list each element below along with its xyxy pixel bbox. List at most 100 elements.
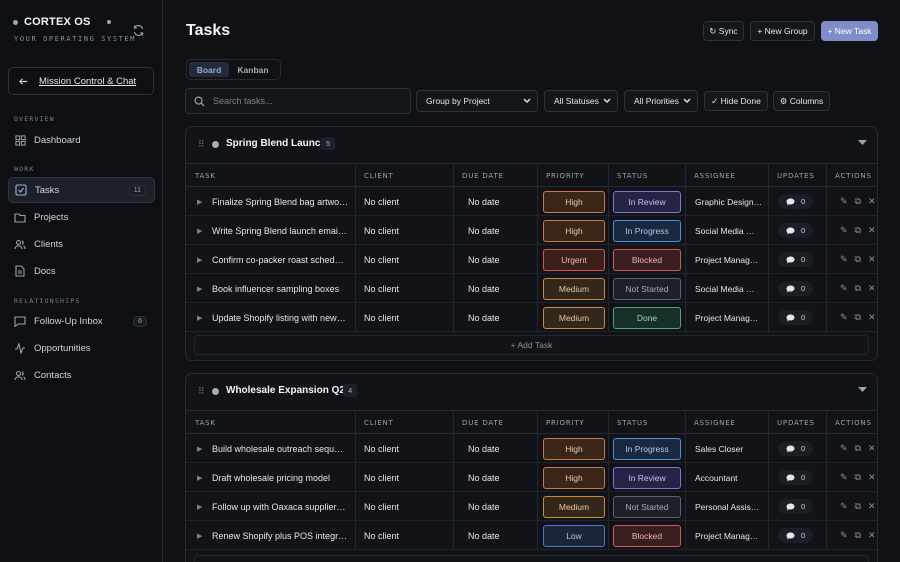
- duplicate-icon[interactable]: ⧉: [855, 225, 861, 236]
- new-group-button[interactable]: + New Group: [750, 21, 815, 41]
- expand-arrow-icon[interactable]: ▶: [197, 303, 209, 332]
- priority-badge[interactable]: Medium: [543, 495, 605, 518]
- task-title[interactable]: Update Shopify listing with new…: [212, 303, 350, 332]
- task-title[interactable]: Follow up with Oaxaca supplier…: [212, 492, 350, 521]
- delete-icon[interactable]: ✕: [868, 283, 876, 294]
- task-due-date[interactable]: No date: [468, 274, 533, 303]
- task-client[interactable]: No client: [364, 521, 449, 550]
- task-title[interactable]: Renew Shopify plus POS integr…: [212, 521, 350, 550]
- updates-button[interactable]: 0: [778, 310, 814, 325]
- updates-button[interactable]: 0: [778, 194, 814, 209]
- expand-arrow-icon[interactable]: ▶: [197, 434, 209, 463]
- delete-icon[interactable]: ✕: [868, 225, 876, 236]
- delete-icon[interactable]: ✕: [868, 254, 876, 265]
- updates-button[interactable]: 0: [778, 223, 814, 238]
- task-title[interactable]: Finalize Spring Blend bag artwo…: [212, 187, 350, 216]
- add-task-button[interactable]: + Add Task: [194, 555, 869, 562]
- tab-board[interactable]: Board: [189, 62, 229, 77]
- task-due-date[interactable]: No date: [468, 492, 533, 521]
- status-badge[interactable]: In Review: [613, 466, 681, 489]
- task-client[interactable]: No client: [364, 187, 449, 216]
- delete-icon[interactable]: ✕: [868, 443, 876, 454]
- duplicate-icon[interactable]: ⧉: [855, 530, 861, 541]
- new-task-button[interactable]: + New Task: [821, 21, 878, 41]
- task-title[interactable]: Build wholesale outreach sequ…: [212, 434, 350, 463]
- priority-badge[interactable]: Low: [543, 524, 605, 547]
- status-badge[interactable]: In Review: [613, 190, 681, 213]
- status-filter-select[interactable]: All Statuses: [544, 90, 618, 112]
- sidebar-item-contacts[interactable]: Contacts: [8, 362, 155, 388]
- priority-badge[interactable]: High: [543, 437, 605, 460]
- sidebar-item-clients[interactable]: Clients: [8, 231, 155, 257]
- status-badge[interactable]: In Progress: [613, 437, 681, 460]
- sidebar-item-follow-up-inbox[interactable]: Follow-Up Inbox 6: [8, 308, 155, 334]
- table-row[interactable]: ▶ Build wholesale outreach sequ… No clie…: [186, 434, 877, 463]
- drag-handle-icon[interactable]: ⠿: [198, 139, 205, 150]
- priority-badge[interactable]: High: [543, 466, 605, 489]
- task-assignee[interactable]: Project Manag…: [695, 245, 765, 274]
- task-client[interactable]: No client: [364, 274, 449, 303]
- expand-arrow-icon[interactable]: ▶: [197, 245, 209, 274]
- task-client[interactable]: No client: [364, 245, 449, 274]
- table-row[interactable]: ▶ Confirm co-packer roast sched… No clie…: [186, 245, 877, 274]
- priority-badge[interactable]: Medium: [543, 277, 605, 300]
- priority-filter-select[interactable]: All Priorities: [624, 90, 698, 112]
- task-title[interactable]: Draft wholesale pricing model: [212, 463, 350, 492]
- task-assignee[interactable]: Project Manag…: [695, 303, 765, 332]
- task-due-date[interactable]: No date: [468, 187, 533, 216]
- expand-arrow-icon[interactable]: ▶: [197, 274, 209, 303]
- table-row[interactable]: ▶ Finalize Spring Blend bag artwo… No cl…: [186, 187, 877, 216]
- task-assignee[interactable]: Sales Closer: [695, 434, 765, 463]
- duplicate-icon[interactable]: ⧉: [855, 254, 861, 265]
- delete-icon[interactable]: ✕: [868, 312, 876, 323]
- mission-control-button[interactable]: Mission Control & Chat: [8, 67, 154, 95]
- edit-icon[interactable]: ✎: [840, 472, 848, 483]
- table-row[interactable]: ▶ Draft wholesale pricing model No clien…: [186, 463, 877, 492]
- table-row[interactable]: ▶ Follow up with Oaxaca supplier… No cli…: [186, 492, 877, 521]
- duplicate-icon[interactable]: ⧉: [855, 472, 861, 483]
- drag-handle-icon[interactable]: ⠿: [198, 386, 205, 397]
- task-client[interactable]: No client: [364, 303, 449, 332]
- sync-button[interactable]: ↻ Sync: [703, 21, 744, 41]
- edit-icon[interactable]: ✎: [840, 196, 848, 207]
- table-row[interactable]: ▶ Update Shopify listing with new… No cl…: [186, 303, 877, 332]
- delete-icon[interactable]: ✕: [868, 472, 876, 483]
- task-assignee[interactable]: Personal Assis…: [695, 492, 765, 521]
- sidebar-item-projects[interactable]: Projects: [8, 204, 155, 230]
- updates-button[interactable]: 0: [778, 252, 814, 267]
- updates-button[interactable]: 0: [778, 441, 814, 456]
- duplicate-icon[interactable]: ⧉: [855, 443, 861, 454]
- task-due-date[interactable]: No date: [468, 434, 533, 463]
- task-due-date[interactable]: No date: [468, 216, 533, 245]
- table-row[interactable]: ▶ Book influencer sampling boxes No clie…: [186, 274, 877, 303]
- updates-button[interactable]: 0: [778, 499, 814, 514]
- edit-icon[interactable]: ✎: [840, 501, 848, 512]
- edit-icon[interactable]: ✎: [840, 443, 848, 454]
- add-task-button[interactable]: + Add Task: [194, 335, 869, 355]
- group-header[interactable]: ⠿ Spring Blend Launch 5: [186, 127, 877, 163]
- sidebar-item-opportunities[interactable]: Opportunities: [8, 335, 155, 361]
- task-client[interactable]: No client: [364, 492, 449, 521]
- columns-button[interactable]: ⚙ Columns: [773, 91, 830, 111]
- task-title[interactable]: Confirm co-packer roast sched…: [212, 245, 350, 274]
- expand-arrow-icon[interactable]: ▶: [197, 463, 209, 492]
- group-header[interactable]: ⠿ Wholesale Expansion Q2 4: [186, 374, 877, 410]
- task-client[interactable]: No client: [364, 434, 449, 463]
- delete-icon[interactable]: ✕: [868, 501, 876, 512]
- table-row[interactable]: ▶ Write Spring Blend launch emai… No cli…: [186, 216, 877, 245]
- updates-button[interactable]: 0: [778, 470, 814, 485]
- task-due-date[interactable]: No date: [468, 463, 533, 492]
- priority-badge[interactable]: Urgent: [543, 248, 605, 271]
- chevron-down-icon[interactable]: [858, 387, 867, 393]
- priority-badge[interactable]: High: [543, 219, 605, 242]
- sidebar-item-docs[interactable]: Docs: [8, 258, 155, 284]
- duplicate-icon[interactable]: ⧉: [855, 501, 861, 512]
- expand-arrow-icon[interactable]: ▶: [197, 521, 209, 550]
- table-row[interactable]: ▶ Renew Shopify plus POS integr… No clie…: [186, 521, 877, 550]
- updates-button[interactable]: 0: [778, 281, 814, 296]
- task-assignee[interactable]: Social Media …: [695, 274, 765, 303]
- task-due-date[interactable]: No date: [468, 245, 533, 274]
- status-badge[interactable]: Blocked: [613, 524, 681, 547]
- task-client[interactable]: No client: [364, 463, 449, 492]
- edit-icon[interactable]: ✎: [840, 283, 848, 294]
